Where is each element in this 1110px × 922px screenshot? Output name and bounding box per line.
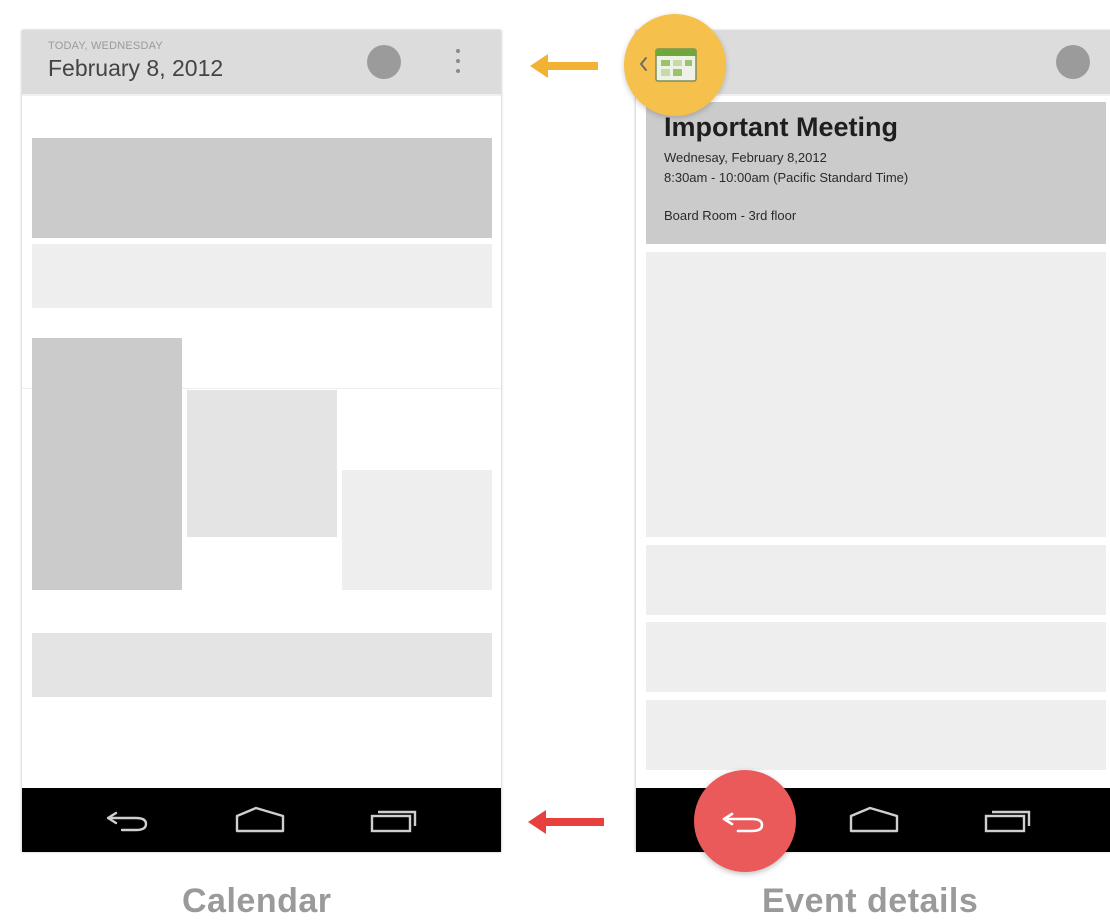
home-icon[interactable]: [848, 804, 900, 836]
calendar-app-icon: [640, 48, 697, 82]
home-icon[interactable]: [234, 804, 286, 836]
calendar-event-block[interactable]: [32, 633, 492, 697]
up-button-highlight[interactable]: [624, 14, 726, 116]
back-navigation-arrow: [528, 810, 604, 834]
overflow-menu-icon[interactable]: [454, 47, 462, 77]
event-details-caption: Event details: [762, 882, 979, 920]
today-label: TODAY, WEDNESDAY: [48, 40, 163, 52]
event-location: Board Room - 3rd floor: [664, 208, 797, 223]
back-icon: [722, 812, 764, 833]
calendar-event-block[interactable]: [342, 470, 492, 590]
event-time: 8:30am - 10:00am (Pacific Standard Time): [664, 170, 909, 185]
action-bar-shadow: [22, 94, 501, 96]
calendar-action-bar: TODAY, WEDNESDAY February 8, 2012: [22, 30, 501, 94]
back-button-highlight[interactable]: [694, 770, 796, 872]
calendar-date-title[interactable]: February 8, 2012: [48, 55, 223, 82]
calendar-event-block[interactable]: [187, 390, 337, 537]
up-navigation-arrow: [530, 54, 598, 78]
event-details-block[interactable]: [646, 622, 1106, 692]
event-details-block[interactable]: [646, 545, 1106, 615]
action-icon-placeholder[interactable]: [1056, 45, 1090, 79]
calendar-event-block[interactable]: [32, 244, 492, 308]
action-icon-placeholder[interactable]: [367, 45, 401, 79]
calendar-caption: Calendar: [182, 882, 332, 920]
event-details-screen: Important Meeting Wednesay, February 8,2…: [636, 30, 1110, 852]
calendar-event-block[interactable]: [32, 338, 182, 590]
event-details-block[interactable]: [646, 700, 1106, 770]
calendar-screen: TODAY, WEDNESDAY February 8, 2012: [22, 30, 501, 852]
back-icon[interactable]: [102, 804, 154, 836]
event-details-block: [646, 252, 1106, 537]
recent-apps-icon[interactable]: [982, 804, 1034, 836]
calendar-event-block[interactable]: [32, 138, 492, 238]
system-nav-bar: [22, 788, 501, 852]
recent-apps-icon[interactable]: [368, 804, 420, 836]
event-date: Wednesay, February 8,2012: [664, 150, 827, 165]
event-title: Important Meeting: [664, 112, 898, 142]
